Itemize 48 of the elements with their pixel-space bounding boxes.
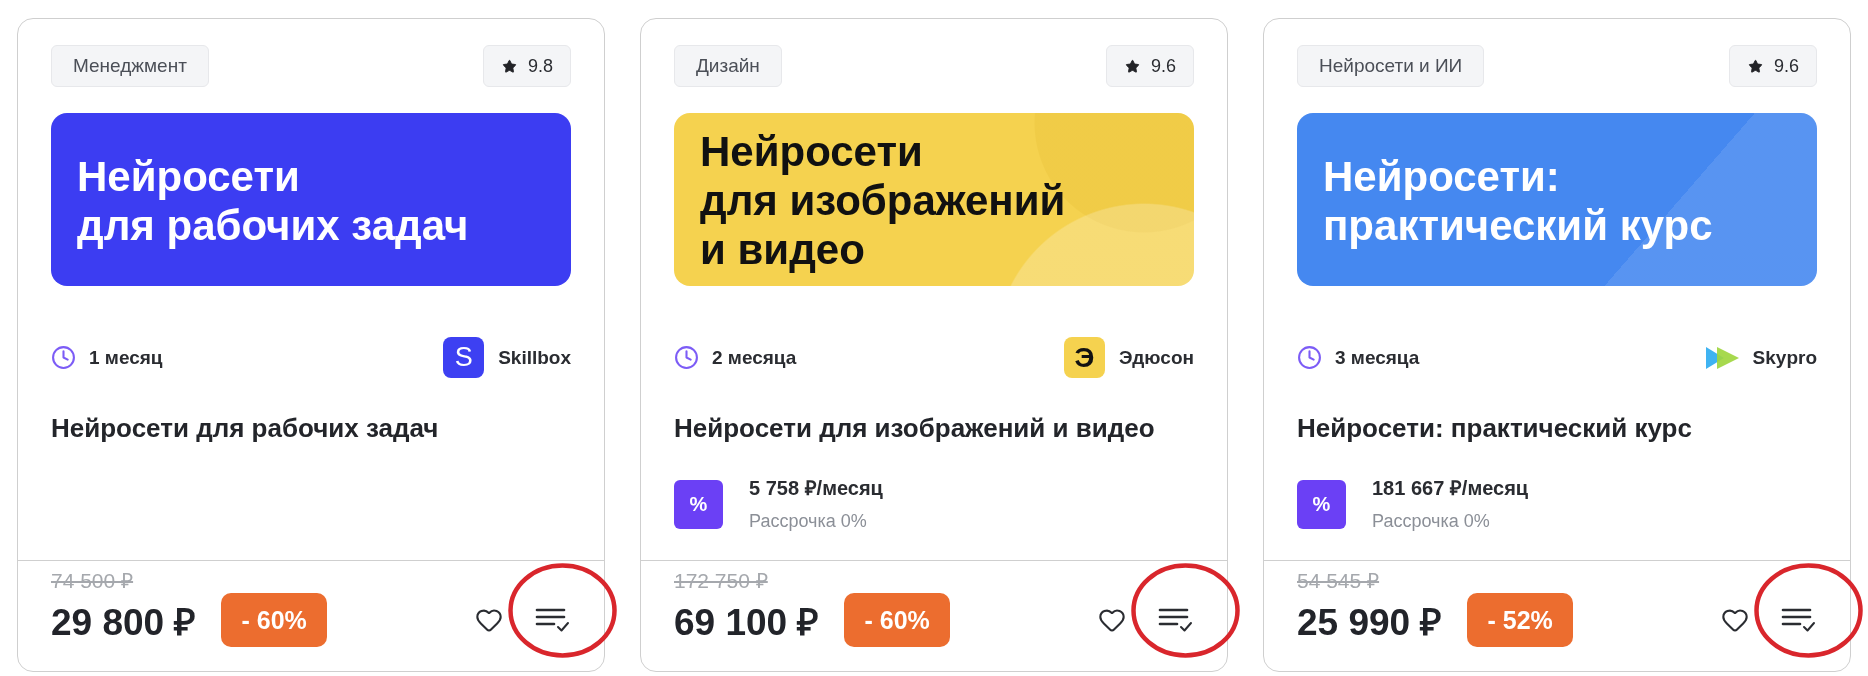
discount-badge: - 60% xyxy=(221,593,327,647)
rating-value: 9.6 xyxy=(1773,55,1799,77)
duration-text: 2 месяца xyxy=(712,346,797,369)
list-check-icon xyxy=(1158,607,1194,633)
monthly-payment: 5 758 ₽/месяц xyxy=(749,476,883,500)
star-icon xyxy=(1124,58,1140,74)
provider-logo: Э xyxy=(1064,337,1106,378)
banner-title: Нейросети для изображений и видео xyxy=(700,127,1066,274)
duration-text: 1 месяц xyxy=(89,346,163,369)
duration-text: 3 месяца xyxy=(1335,346,1420,369)
course-title: Нейросети: практический курс xyxy=(1297,412,1693,444)
course-title: Нейросети для рабочих задач xyxy=(51,412,440,444)
category-tag: Дизайн xyxy=(674,45,782,87)
course-title: Нейросети для изображений и видео xyxy=(674,412,1156,444)
provider-name: Skypro xyxy=(1752,346,1817,369)
banner-title: Нейросети: практический курс xyxy=(1323,151,1713,250)
list-check-icon xyxy=(535,607,571,633)
old-price: 172 750 ₽ xyxy=(674,569,768,593)
current-price: 25 990 ₽ xyxy=(1297,600,1443,645)
clock-icon xyxy=(1297,345,1322,370)
current-price: 69 100 ₽ xyxy=(674,600,820,645)
provider-name: Skillbox xyxy=(498,346,571,369)
compare-button[interactable] xyxy=(1781,607,1817,633)
rating-value: 9.6 xyxy=(1150,55,1176,77)
provider-logo: S xyxy=(443,337,485,378)
clock-icon xyxy=(674,345,699,370)
star-icon xyxy=(501,58,517,74)
category-tag: Нейросети и ИИ xyxy=(1297,45,1485,87)
clock-icon xyxy=(51,345,76,370)
installment-note: Рассрочка 0% xyxy=(1372,510,1491,532)
list-check-icon xyxy=(1781,607,1817,633)
percent-badge: % xyxy=(1297,479,1346,529)
double-arrow-icon xyxy=(1705,346,1739,369)
percent-badge: % xyxy=(674,479,723,529)
compare-button[interactable] xyxy=(535,607,571,633)
provider-name: Эдюсон xyxy=(1119,346,1194,369)
old-price: 74 500 ₽ xyxy=(51,569,134,593)
old-price: 54 545 ₽ xyxy=(1297,569,1380,593)
installment-note: Рассрочка 0% xyxy=(749,510,868,532)
star-icon xyxy=(1747,58,1763,74)
banner-title: Нейросети для рабочих задач xyxy=(77,151,469,250)
discount-badge: - 60% xyxy=(844,593,950,647)
monthly-payment: 181 667 ₽/месяц xyxy=(1372,476,1529,500)
compare-button[interactable] xyxy=(1158,607,1194,633)
rating-value: 9.8 xyxy=(527,55,553,77)
current-price: 29 800 ₽ xyxy=(51,600,197,645)
category-tag: Менеджмент xyxy=(51,45,209,87)
discount-badge: - 52% xyxy=(1467,593,1573,647)
